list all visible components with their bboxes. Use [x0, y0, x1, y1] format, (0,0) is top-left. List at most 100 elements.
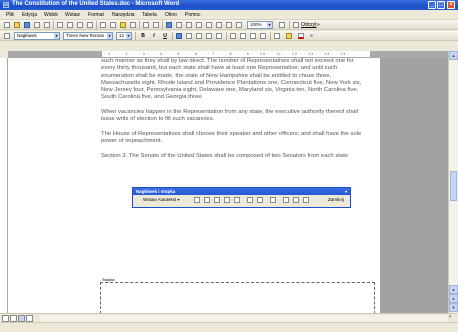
hyperlink-icon[interactable] — [166, 22, 172, 28]
email-icon[interactable] — [44, 22, 50, 28]
style-select[interactable]: Nagłówek ▾ — [14, 32, 60, 40]
document-map-icon[interactable] — [226, 22, 232, 28]
insert-excel-icon[interactable] — [196, 22, 202, 28]
insert-table-icon[interactable] — [186, 22, 192, 28]
word-document-icon[interactable]: W — [3, 2, 9, 8]
insert-time-icon[interactable] — [234, 197, 240, 203]
menu-tabela[interactable]: Tabela — [142, 12, 157, 18]
font-color-icon[interactable] — [298, 33, 304, 39]
show-previous-icon[interactable] — [293, 197, 299, 203]
cut-icon[interactable] — [100, 22, 106, 28]
insert-page-number-icon[interactable] — [194, 197, 200, 203]
format-page-number-icon[interactable] — [214, 197, 220, 203]
align-center-icon[interactable] — [186, 33, 192, 39]
show-hide-icon[interactable] — [236, 22, 242, 28]
toolbar-options-icon[interactable]: » — [317, 21, 320, 29]
increase-indent-icon[interactable] — [260, 33, 266, 39]
print-icon[interactable] — [57, 22, 63, 28]
numbering-icon[interactable] — [230, 33, 236, 39]
insert-autotext-button[interactable]: Wstaw Autotekst ▾ — [143, 197, 180, 202]
show-hide-text-icon[interactable] — [257, 197, 263, 203]
menu-edycja[interactable]: Edycja — [22, 12, 37, 18]
spelling-icon[interactable] — [77, 22, 83, 28]
switch-header-footer-icon[interactable] — [283, 197, 289, 203]
horizontal-ruler[interactable]: · 1 · · · 2 · · · 3 · · · 4 · · · 5 · · … — [8, 51, 448, 58]
maximize-button[interactable]: □ — [437, 1, 445, 9]
paragraph: Section 3. The Senate of the United Stat… — [101, 152, 349, 159]
outline-view-icon[interactable] — [26, 315, 33, 322]
italic-button[interactable]: I — [150, 32, 158, 40]
open-folder-icon[interactable] — [14, 22, 20, 28]
menu-format[interactable]: Format — [88, 12, 104, 18]
border-icon[interactable] — [274, 33, 280, 39]
toolbar-options-icon[interactable]: » — [310, 32, 313, 40]
close-button[interactable]: × — [447, 1, 455, 9]
new-document-icon[interactable] — [4, 22, 10, 28]
align-right-icon[interactable] — [196, 33, 202, 39]
formatting-toolbar: Nagłówek ▾ Times New Roman ▾ 12 ▾ B I U … — [0, 31, 458, 41]
document-page[interactable]: such manner as they shall by law direct.… — [8, 58, 380, 313]
vertical-scrollbar[interactable]: ▲ ▲ ● ▼ — [448, 51, 458, 313]
research-icon[interactable] — [87, 22, 93, 28]
header-footer-toolbar: Nagłówek i stopka ▾ Wstaw Autotekst ▾ Za… — [132, 187, 351, 208]
bold-button[interactable]: B — [139, 32, 147, 40]
copy-icon[interactable] — [110, 22, 116, 28]
menu-bar: Plik Edycja Widok Wstaw Format Narzędzia… — [0, 10, 458, 29]
bottom-bar: › — [0, 313, 458, 322]
minimize-button[interactable]: _ — [428, 1, 436, 9]
vertical-ruler[interactable] — [0, 58, 8, 313]
menu-widok[interactable]: Widok — [44, 12, 58, 18]
bullets-icon[interactable] — [240, 33, 246, 39]
format-painter-icon[interactable] — [130, 22, 136, 28]
read-button[interactable]: Odczyt — [301, 21, 317, 29]
next-page-icon[interactable]: ▼ — [449, 303, 458, 312]
previous-page-icon[interactable]: ▲ — [449, 285, 458, 294]
insert-date-icon[interactable] — [224, 197, 230, 203]
zoom-select[interactable]: 100% ▾ — [247, 21, 273, 29]
select-browse-object-icon[interactable]: ● — [449, 294, 458, 303]
same-as-previous-icon[interactable] — [270, 197, 276, 203]
menu-narzedzia[interactable]: Narzędzia — [112, 12, 135, 18]
paste-icon[interactable] — [120, 22, 126, 28]
close-header-footer-button[interactable]: Zamknij — [328, 197, 344, 202]
footer-area[interactable] — [100, 282, 375, 313]
justify-icon[interactable] — [206, 33, 212, 39]
align-left-icon[interactable] — [176, 33, 182, 39]
line-spacing-icon[interactable] — [216, 33, 222, 39]
underline-button[interactable]: U — [161, 32, 169, 40]
decrease-indent-icon[interactable] — [250, 33, 256, 39]
font-size-select[interactable]: 12 ▾ — [116, 32, 132, 40]
styles-formatting-icon[interactable] — [4, 33, 10, 39]
save-icon[interactable] — [24, 22, 30, 28]
show-next-icon[interactable] — [303, 197, 309, 203]
normal-view-icon[interactable] — [2, 315, 9, 322]
redo-icon[interactable] — [153, 22, 159, 28]
font-select[interactable]: Times New Roman ▾ — [63, 32, 113, 40]
tables-borders-icon[interactable] — [176, 22, 182, 28]
scroll-thumb[interactable] — [450, 171, 457, 201]
highlight-icon[interactable] — [286, 33, 292, 39]
scroll-right-icon[interactable]: › — [449, 314, 451, 320]
columns-icon[interactable] — [206, 22, 212, 28]
print-layout-view-icon[interactable] — [18, 315, 25, 322]
print-preview-icon[interactable] — [67, 22, 73, 28]
paragraph: When vacancies happen in the Representat… — [101, 108, 359, 123]
undo-icon[interactable] — [143, 22, 149, 28]
menu-pomoc[interactable]: Pomoc — [185, 12, 201, 18]
horizontal-scrollbar[interactable] — [40, 315, 448, 322]
menu-plik[interactable]: Plik — [6, 12, 14, 18]
paragraph: The House of Representatives shall choos… — [101, 130, 362, 145]
web-layout-view-icon[interactable] — [10, 315, 17, 322]
permission-icon[interactable] — [34, 22, 40, 28]
insert-number-of-pages-icon[interactable] — [204, 197, 210, 203]
toolbar-menu-icon[interactable]: ▾ — [345, 188, 347, 195]
help-icon[interactable] — [279, 22, 285, 28]
scroll-up-icon[interactable]: ▲ — [449, 51, 458, 60]
font-size-value: 12 — [119, 33, 125, 38]
word-window: W The Constitution of the United States.… — [0, 0, 458, 332]
drawing-icon[interactable] — [216, 22, 222, 28]
document-area: such manner as they shall by law direct.… — [8, 58, 448, 313]
menu-wstaw[interactable]: Wstaw — [65, 12, 80, 18]
page-setup-icon[interactable] — [247, 197, 253, 203]
menu-okno[interactable]: Okno — [165, 12, 177, 18]
